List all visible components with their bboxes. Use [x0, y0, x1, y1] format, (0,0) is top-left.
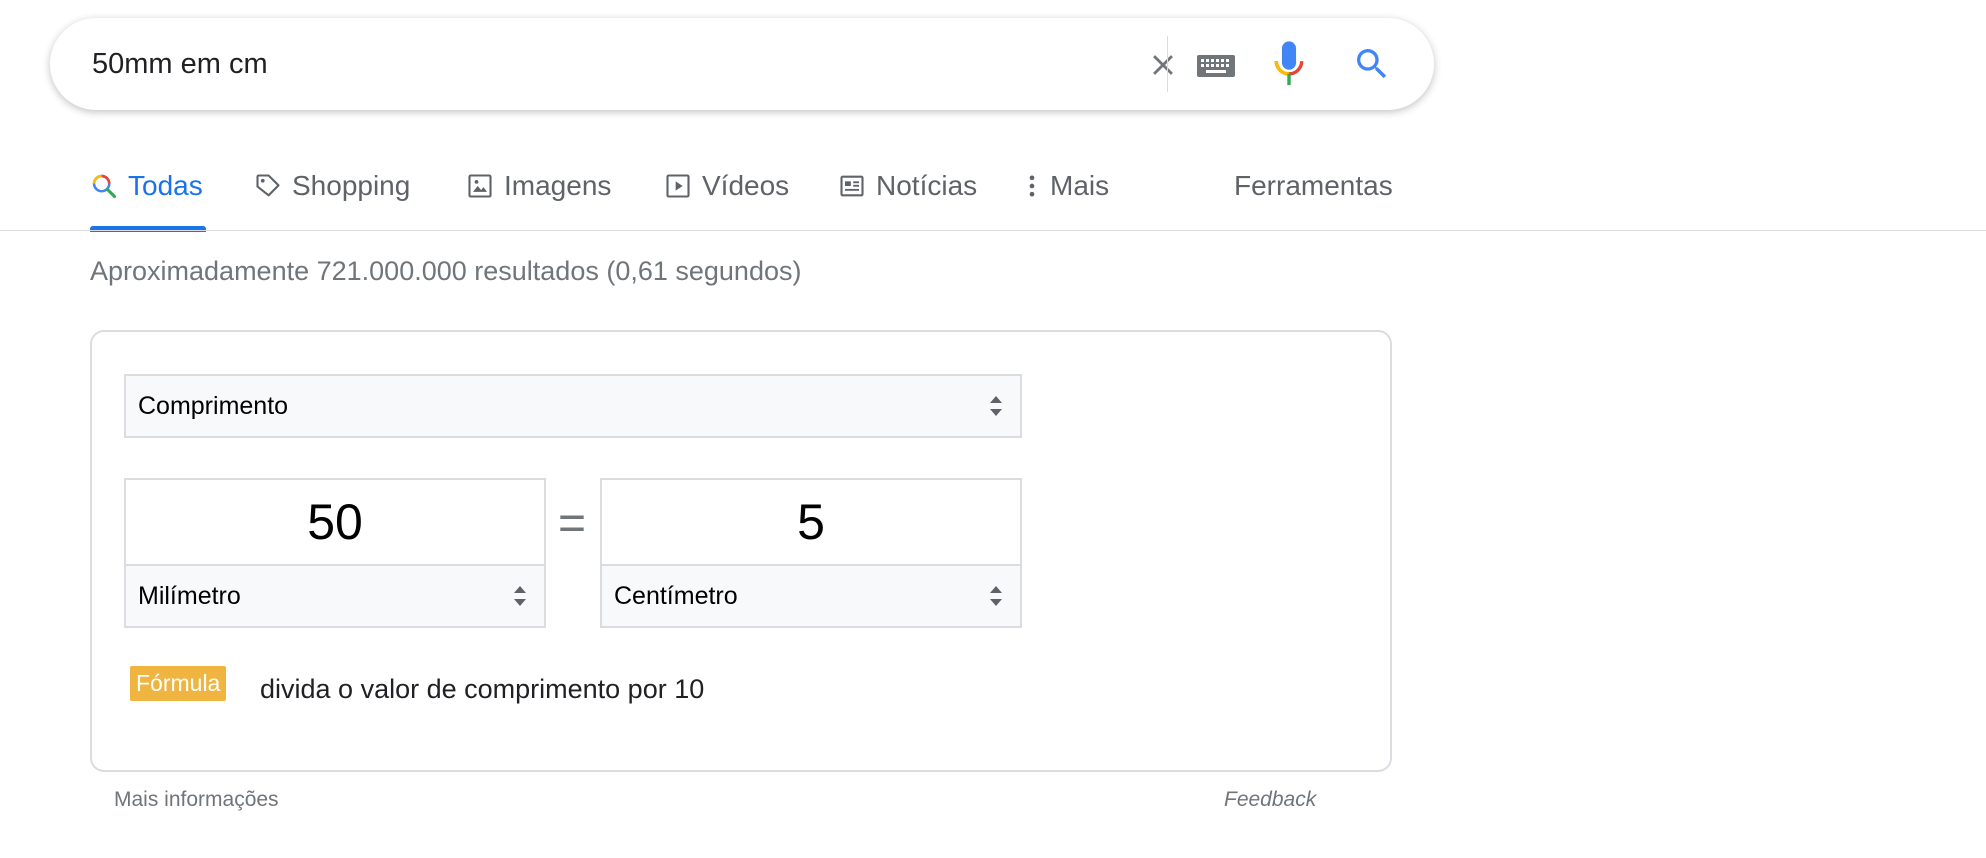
tabs-divider [0, 230, 1986, 231]
equals-sign: = [558, 497, 587, 550]
select-arrows-icon [990, 586, 1002, 606]
active-tab-indicator [90, 226, 206, 232]
category-label: Comprimento [138, 391, 289, 420]
microphone-icon[interactable] [1272, 40, 1306, 88]
tab-label: Shopping [292, 170, 411, 201]
close-icon[interactable] [1146, 48, 1180, 82]
tools-button[interactable]: Ferramentas [1234, 160, 1393, 232]
formula-text: divida o valor de comprimento por 10 [260, 674, 705, 704]
image-icon [468, 174, 492, 198]
tag-icon [256, 174, 280, 197]
tab-label: Imagens [504, 170, 612, 201]
more-info-link[interactable]: Mais informações [114, 788, 279, 812]
result-stats: Aproximadamente 721.000.000 resultados (… [90, 256, 802, 286]
select-arrows-icon [990, 396, 1002, 416]
search-icon [92, 174, 117, 199]
search-icon[interactable] [1352, 44, 1392, 84]
tab-todas[interactable]: Todas [90, 160, 206, 232]
search-bar-divider [1167, 36, 1168, 92]
tab-label: Notícias [876, 170, 978, 201]
tab-label: Todas [128, 170, 203, 201]
search-input[interactable] [92, 42, 1092, 86]
formula-badge: Fórmula [130, 666, 227, 701]
tab-label: Vídeos [702, 170, 790, 201]
category-select[interactable]: Comprimento [124, 374, 1022, 438]
tab-label: Mais [1050, 170, 1110, 201]
tab-noticias[interactable]: Notícias [838, 160, 977, 232]
to-unit-select[interactable]: Centímetro [600, 564, 1022, 628]
to-unit-label: Centímetro [614, 581, 738, 610]
keyboard-icon[interactable] [1196, 50, 1236, 80]
tools-label: Ferramentas [1234, 170, 1393, 201]
more-vert-icon [1029, 175, 1035, 197]
tab-videos[interactable]: Vídeos [664, 160, 789, 232]
search-bar [50, 18, 1434, 110]
tab-shopping[interactable]: Shopping [254, 160, 410, 232]
from-unit-label: Milímetro [138, 581, 241, 610]
play-icon [666, 174, 690, 198]
select-arrows-icon [514, 586, 526, 606]
tab-mais[interactable]: Mais [1024, 160, 1109, 232]
unit-converter-card: Comprimento 50 Milímetro = 5 Centímetro … [90, 330, 1392, 772]
from-value: 50 [307, 494, 363, 550]
to-value: 5 [797, 494, 825, 550]
feedback-link[interactable]: Feedback [1224, 788, 1316, 812]
from-value-input[interactable]: 50 [124, 478, 546, 566]
from-unit-select[interactable]: Milímetro [124, 564, 546, 628]
newspaper-icon [840, 175, 864, 197]
tab-imagens[interactable]: Imagens [466, 160, 611, 232]
to-value-input[interactable]: 5 [600, 478, 1022, 566]
